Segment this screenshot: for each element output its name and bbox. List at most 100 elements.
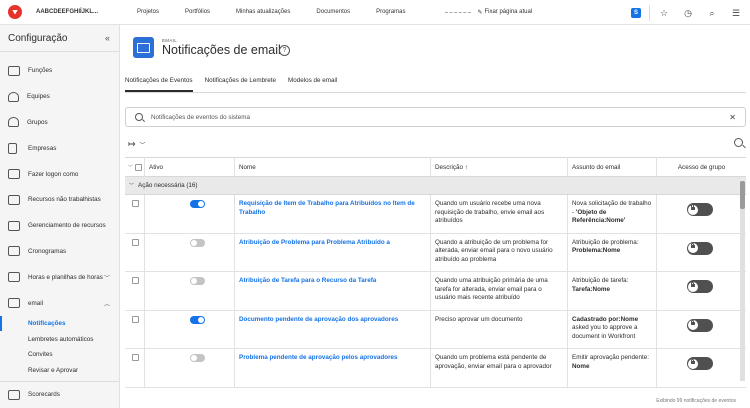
tab-email-templates[interactable]: Modelos de email [288, 73, 343, 92]
notification-name-link[interactable]: Requisição de Item de Trabalho para Atri… [239, 200, 415, 216]
sidebar-item-non-labor-resources[interactable]: Recursos não trabalhistas [0, 187, 119, 213]
search-icon[interactable]: ⌕ [706, 7, 718, 19]
column-header-group-access[interactable]: Acesso de grupo [657, 157, 746, 177]
group-header-action-required[interactable]: ﹀ Ação necessária (16) [125, 177, 746, 195]
row-checkbox[interactable] [132, 354, 139, 362]
close-icon[interactable]: ✕ [729, 113, 736, 122]
sidebar-item-timesheets[interactable]: Horas e planilhas de horas ﹀ [0, 264, 119, 290]
table-toolbar: ↦ ﹀ [125, 137, 746, 151]
sidebar-item-schedules[interactable]: Cronogramas [0, 239, 119, 265]
export-icon[interactable]: ↦ [128, 139, 136, 150]
sidebar-item-groups[interactable]: Grupos [0, 110, 119, 136]
active-toggle[interactable] [190, 238, 205, 247]
organization-name[interactable]: AABCDEEFGHIÏJKL... [36, 9, 131, 15]
setup-badge-icon[interactable]: S [631, 8, 641, 18]
subject-text: Emitir aprovação pendente: [572, 354, 650, 362]
row-select[interactable] [125, 233, 145, 272]
active-toggle[interactable] [190, 354, 205, 363]
group-access-lock-toggle[interactable] [686, 318, 713, 332]
sidebar-item-roles[interactable]: Funções [0, 58, 119, 84]
row-select[interactable] [125, 272, 145, 310]
table-row[interactable]: Atribuição de Tarefa para o Recurso da T… [125, 272, 746, 311]
group-access-lock-toggle[interactable] [686, 280, 713, 294]
select-all-column[interactable]: ﹀ [125, 157, 145, 177]
search-input[interactable]: Notificações de eventos do sistema [151, 114, 729, 121]
nav-portfolios[interactable]: Portfólios [185, 9, 210, 15]
sidebar-subitem-automatic-reminders[interactable]: Lembretes automáticos [0, 331, 119, 347]
chevron-down-icon: ﹀ [103, 275, 110, 282]
table-scrollbar[interactable] [740, 181, 745, 381]
results-count: Exibindo 99 notificações de eventos [656, 398, 736, 404]
sidebar-item-label: Gerenciamento de recursos [28, 222, 106, 230]
top-right-icons: S ☆ ◷ ⌕ ☰ [631, 5, 742, 21]
main-content: EMAIL Notificações de email ? Notificaçõ… [121, 25, 750, 408]
active-toggle[interactable] [190, 315, 205, 324]
column-header-name[interactable]: Nome [235, 157, 431, 177]
subject-text: asked you to approve a document in Workf… [572, 324, 638, 340]
group-access-lock-toggle[interactable] [686, 203, 713, 216]
table-row[interactable]: Requisição de Item de Trabalho para Atri… [125, 195, 746, 234]
collapse-sidebar-icon[interactable]: « [105, 33, 110, 43]
sidebar-item-login-as[interactable]: Fazer logon como [0, 161, 119, 187]
chevron-down-icon[interactable]: ﹀ [129, 182, 134, 189]
group-access-lock-toggle[interactable] [686, 357, 713, 371]
select-all-checkbox[interactable] [135, 163, 143, 171]
table-row[interactable]: Problema pendente de aprovação pelos apr… [125, 349, 746, 388]
sidebar-item-scorecards[interactable]: Scorecards [0, 382, 119, 408]
menu-hamburger-icon[interactable]: ☰ [730, 7, 742, 19]
group-access-cell [657, 234, 746, 272]
row-checkbox[interactable] [132, 238, 139, 246]
subject-field: Nome [572, 362, 590, 370]
top-navigation-bar: AABCDEEFGHIÏJKL... Projetos Portfólios M… [0, 0, 750, 25]
nav-documents[interactable]: Documentos [316, 9, 350, 15]
notifications-table: ﹀ Ativo Nome Descrição ↑ Assunto do emai… [125, 157, 746, 388]
sidebar-item-label: Scorecards [28, 391, 60, 399]
group-access-lock-toggle[interactable] [686, 241, 713, 255]
row-checkbox[interactable] [132, 277, 139, 285]
row-checkbox[interactable] [132, 200, 139, 207]
sidebar-item-resource-management[interactable]: Gerenciamento de recursos [0, 213, 119, 239]
non-labor-resources-icon [8, 194, 20, 205]
recents-clock-icon[interactable]: ◷ [682, 7, 694, 19]
star-favorites-icon[interactable]: ☆ [658, 7, 670, 19]
tab-event-notifications[interactable]: Notificações de Eventos [125, 73, 193, 92]
help-question-icon[interactable]: ? [279, 45, 290, 56]
active-toggle[interactable] [190, 200, 205, 208]
table-row[interactable]: Atribuição de Problema para Problema Atr… [125, 233, 746, 273]
notification-name-link[interactable]: Documento pendente de aprovação dos apro… [239, 316, 398, 323]
notification-name-link[interactable]: Atribuição de Tarefa para o Recurso da T… [239, 277, 376, 284]
chevron-down-icon[interactable]: ﹀ [128, 164, 133, 171]
nav-projects[interactable]: Projetos [137, 9, 159, 15]
row-select[interactable] [125, 349, 145, 387]
table-row[interactable]: Documento pendente de aprovação dos apro… [125, 310, 746, 350]
pin-current-page[interactable]: ✎ Fixar página atual [445, 9, 532, 16]
chevron-down-icon[interactable]: ﹀ [140, 140, 146, 149]
tab-reminder-notifications[interactable]: Notificações de Lembrete [205, 73, 282, 92]
notification-name-link[interactable]: Problema pendente de aprovação pelos apr… [239, 354, 398, 361]
row-select[interactable] [125, 195, 145, 233]
column-header-description[interactable]: Descrição ↑ [431, 157, 568, 177]
workfront-logo-icon[interactable] [8, 5, 22, 19]
search-icon[interactable] [734, 138, 743, 147]
nav-my-updates[interactable]: Minhas atualizações [236, 9, 290, 15]
sidebar-subitem-invitations[interactable]: Convites [0, 347, 119, 363]
column-header-subject[interactable]: Assunto do email [568, 157, 657, 177]
sidebar-subitem-review-approve[interactable]: Revisar e Aprovar [0, 362, 119, 378]
notification-name-link[interactable]: Atribuição de Problema para Problema Atr… [239, 239, 390, 246]
subject-cell: Nova solicitação de trabalho - 'Objeto d… [568, 195, 657, 233]
sidebar-item-teams[interactable]: Equipes [0, 84, 119, 110]
column-header-active[interactable]: Ativo [145, 157, 235, 177]
active-toggle[interactable] [190, 277, 205, 286]
active-cell [145, 233, 235, 272]
sidebar-subitem-notifications[interactable]: Notificações [0, 315, 119, 332]
nav-programs[interactable]: Programas [376, 9, 405, 15]
search-field[interactable]: Notificações de eventos do sistema ✕ [125, 107, 746, 127]
group-access-cell [657, 349, 746, 387]
sidebar-item-email[interactable]: email ︿ [0, 290, 119, 316]
row-checkbox[interactable] [132, 315, 139, 323]
pin-drop-zone [445, 11, 472, 13]
sidebar-item-companies[interactable]: Empresas [0, 135, 119, 161]
row-select[interactable] [125, 310, 145, 349]
scrollbar-thumb[interactable] [740, 181, 745, 209]
subject-cell: Atribuição de tarefa: Tarefa:Nome [568, 272, 657, 310]
